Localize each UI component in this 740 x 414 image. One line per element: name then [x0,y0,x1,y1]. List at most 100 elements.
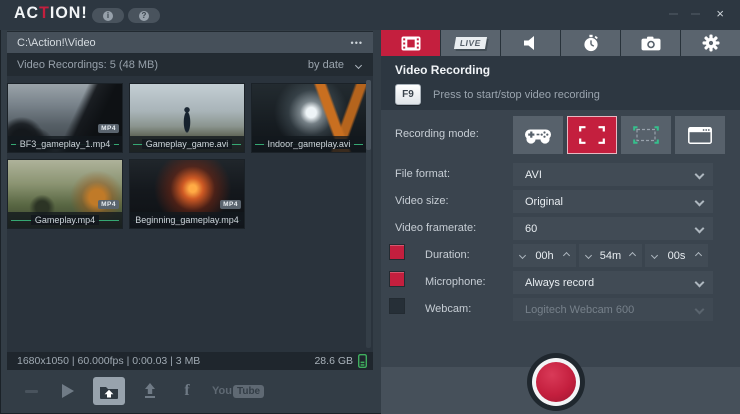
microphone-dropdown[interactable]: Always record [513,271,713,294]
duration-minutes-stepper[interactable]: 54m [579,244,642,267]
tab-settings[interactable] [681,30,740,56]
bottom-toolbar: f YouTube [7,372,373,410]
status-bar: 1680x1050 | 60.000fps | 0:00.03 | 3 MB 2… [7,352,373,370]
video-thumbnail[interactable]: MP4 Gameplay.mp4 [8,160,122,228]
folder-path-bar[interactable]: C:\Action!\Video ••• [7,32,373,53]
thumbnail-caption: Gameplay.mp4 [8,212,122,228]
gear-icon [702,34,720,52]
tab-screenshots[interactable] [621,30,680,56]
facebook-icon: f [184,382,189,400]
info-button[interactable]: i [92,8,124,23]
tab-bar: LIVE [381,30,740,56]
section-header: Video Recording F9 Press to start/stop v… [381,56,740,110]
delete-button[interactable] [19,378,43,404]
chevron-up-icon[interactable] [695,252,702,259]
thumbnail-caption: Gameplay_game.avi [130,136,244,152]
window-mode-button[interactable] [675,116,725,154]
format-badge: MP4 [98,124,119,133]
filmstrip-icon [401,36,421,51]
webcam-checkbox[interactable] [389,298,405,314]
hotkey-hint: Press to start/stop video recording [433,89,600,101]
chevron-up-icon[interactable] [563,252,570,259]
gamepad-icon [523,125,553,145]
delete-icon [25,390,38,393]
sort-by-date[interactable]: by date [308,59,344,71]
play-button[interactable] [56,378,80,404]
region-icon [633,126,659,144]
tab-video-recording[interactable] [381,30,440,56]
video-thumbnail[interactable]: MP4 Beginning_gameplay.mp4 [130,160,244,228]
video-thumbnail[interactable]: MP4 BF3_gameplay_1.mp4 [8,84,122,152]
video-thumbnail[interactable]: Gameplay_game.avi [130,84,244,152]
youtube-icon: You [212,385,232,397]
speaker-icon [523,35,539,51]
more-options-icon[interactable]: ••• [351,38,363,48]
webcam-dropdown: Logitech Webcam 600 [513,298,713,321]
duration-label: Duration: [425,249,470,261]
recording-settings-form: Recording mode: File format: AVI Video s… [381,110,740,367]
app-logo: ACTION! [14,5,88,24]
chevron-down-icon [695,224,705,234]
camera-icon [641,36,661,51]
action-window: ACTION! i ? × C:\Action!\Video ••• Video… [0,0,740,414]
upload-icon [142,382,158,400]
thumbnail-caption: BF3_gameplay_1.mp4 [8,136,122,152]
minimize-to-tray-icon[interactable] [669,13,678,15]
tab-benchmark[interactable] [561,30,620,56]
chevron-down-icon[interactable] [355,61,362,68]
close-icon[interactable]: × [716,6,724,21]
record-button[interactable] [527,353,585,411]
duration-checkbox[interactable] [389,244,405,260]
file-browser-panel: C:\Action!\Video ••• Video Recordings: 5… [7,31,373,370]
file-format-dropdown[interactable]: AVI [513,163,713,186]
thumbnail-caption: Indoor_gameplay.avi [252,136,366,152]
window-icon [688,127,712,144]
chevron-down-icon[interactable] [651,252,658,259]
record-icon [536,362,576,402]
duration-hours-stepper[interactable]: 00h [513,244,576,267]
video-framerate-label: Video framerate: [395,222,476,234]
game-mode-button[interactable] [513,116,563,154]
file-format-label: File format: [395,168,450,180]
recording-mode-group [513,116,725,154]
video-thumbnail-grid: MP4 BF3_gameplay_1.mp4 Gameplay_game.avi… [7,76,373,352]
format-badge: MP4 [220,200,241,209]
video-thumbnail[interactable]: Indoor_gameplay.avi [252,84,366,152]
help-icon: ? [139,11,149,21]
free-space-label: 28.6 GB [314,355,353,367]
list-header: Video Recordings: 5 (48 MB) by date [7,54,373,76]
webcam-label: Webcam: [425,303,471,315]
hotkey-keycap: F9 [395,84,421,105]
folder-path: C:\Action!\Video [17,37,96,49]
export-button[interactable] [138,378,162,404]
recording-mode-label: Recording mode: [395,128,479,140]
chevron-down-icon[interactable] [585,252,592,259]
chevron-down-icon [695,197,705,207]
stopwatch-icon [582,34,600,52]
chevron-down-icon[interactable] [519,252,526,259]
scrollbar-thumb[interactable] [366,80,371,150]
chevron-down-icon [695,278,705,288]
section-title: Video Recording [395,63,490,77]
fullscreen-mode-button[interactable] [567,116,617,154]
video-size-dropdown[interactable]: Original [513,190,713,213]
video-framerate-dropdown[interactable]: 60 [513,217,713,240]
video-size-label: Video size: [395,195,449,207]
youtube-button[interactable]: YouTube [212,385,264,398]
tab-live-streaming[interactable]: LIVE [441,30,500,56]
record-button-ring [532,358,580,406]
tab-audio-recording[interactable] [501,30,560,56]
play-icon [62,384,74,398]
chevron-up-icon[interactable] [629,252,636,259]
open-folder-button[interactable] [93,377,125,405]
duration-seconds-stepper[interactable]: 00s [645,244,708,267]
facebook-button[interactable]: f [175,378,199,404]
duration-spinners: 00h 54m 00s [513,244,708,267]
thumbnail-caption: Beginning_gameplay.mp4 [130,212,244,228]
chevron-down-icon [695,305,705,315]
region-mode-button[interactable] [621,116,671,154]
microphone-checkbox[interactable] [389,271,405,287]
disk-space-icon [358,354,367,368]
help-button[interactable]: ? [128,8,160,23]
minimize-icon[interactable] [691,13,700,15]
